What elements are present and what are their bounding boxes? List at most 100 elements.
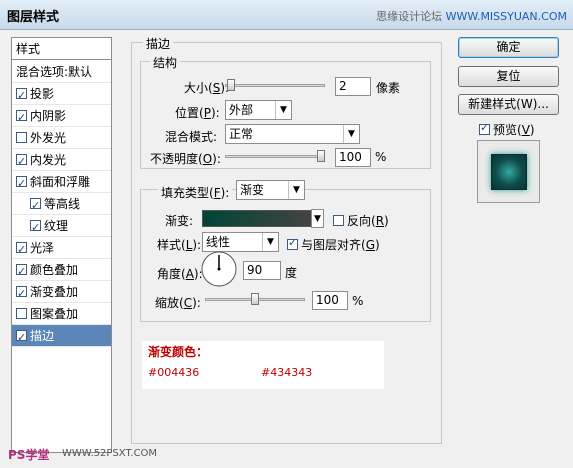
style-list-item[interactable]: 斜面和浮雕 (12, 171, 111, 195)
structure-title: 结构 (150, 54, 181, 71)
scale-label: 缩放(C): (155, 296, 201, 310)
style-list-item[interactable]: 颜色叠加 (12, 259, 111, 283)
style-list-item-label: 混合选项:默认 (16, 65, 93, 79)
style-preview (477, 140, 540, 203)
position-value: 外部 (229, 103, 254, 117)
style-checkbox[interactable] (16, 173, 27, 195)
style-list-item-label: 内发光 (30, 153, 67, 167)
angle-input[interactable]: 90 (243, 261, 281, 280)
style-checkbox[interactable] (16, 151, 27, 173)
style-checkbox[interactable] (16, 308, 27, 319)
preview-checkbox-box[interactable] (479, 121, 490, 135)
preview-checkbox[interactable]: 预览(V) (479, 121, 535, 138)
chevron-down-icon: ▼ (343, 125, 359, 143)
scale-input[interactable]: 100 (312, 291, 348, 310)
size-slider[interactable] (225, 84, 325, 87)
align-checkbox-box[interactable] (287, 236, 298, 250)
opacity-slider[interactable] (225, 155, 325, 158)
style-value: 线性 (206, 235, 231, 249)
fill-type-value: 渐变 (240, 183, 265, 197)
chevron-down-icon: ▼ (314, 214, 321, 224)
angle-label: 角度(A): (157, 267, 203, 281)
position-label: 位置(P): (175, 106, 220, 120)
new-style-button[interactable]: 新建样式(W)... (458, 94, 559, 115)
gradient-colors-note: 渐变颜色： #004436 #434343 (142, 341, 384, 389)
style-checkbox[interactable] (16, 85, 27, 107)
reverse-checkbox-box[interactable] (333, 215, 344, 226)
fill-type-select[interactable]: 渐变 ▼ (236, 180, 305, 200)
chevron-down-icon: ▼ (275, 101, 291, 119)
position-select[interactable]: 外部 ▼ (225, 100, 292, 120)
style-checkbox[interactable] (30, 195, 41, 217)
blend-mode-label: 混合模式: (165, 130, 218, 144)
style-list-item-label: 渐变叠加 (30, 285, 79, 299)
footer-logo: PS学堂 (8, 448, 50, 462)
gradient-swatch[interactable] (202, 210, 312, 227)
opacity-slider-thumb[interactable] (317, 150, 325, 162)
note-heading: 渐变颜色： (148, 345, 209, 359)
window-title: 图层样式 (7, 10, 60, 25)
style-checkbox[interactable] (30, 217, 41, 239)
style-list-item-label: 内阴影 (30, 109, 67, 123)
note-color-1: #004436 (148, 366, 200, 379)
style-list-item-label: 光泽 (30, 241, 55, 255)
chevron-down-icon: ▼ (262, 233, 278, 251)
chevron-down-icon: ▼ (288, 181, 304, 199)
title-bar: 图层样式 思缘设计论坛 WWW.MISSYUAN.COM (0, 0, 573, 30)
watermark-text: 思缘设计论坛 (376, 10, 443, 23)
blend-mode-select[interactable]: 正常 ▼ (225, 124, 360, 144)
style-list-item[interactable]: 渐变叠加 (12, 281, 111, 305)
style-checkbox[interactable] (16, 132, 27, 143)
scale-unit: % (352, 294, 364, 308)
align-with-layer-checkbox[interactable]: 与图层对齐(G) (287, 236, 380, 253)
style-select[interactable]: 线性 ▼ (202, 232, 279, 252)
style-checkbox[interactable] (16, 239, 27, 261)
style-list-item[interactable]: 等高线 (12, 193, 111, 217)
style-list-item[interactable]: 光泽 (12, 237, 111, 261)
style-list-item[interactable]: 描边 (12, 325, 111, 349)
opacity-input[interactable]: 100 (335, 148, 371, 167)
style-list-item[interactable]: 内阴影 (12, 105, 111, 129)
style-list-item-label: 描边 (30, 329, 55, 343)
ok-button[interactable]: 确定 (458, 37, 559, 58)
size-slider-thumb[interactable] (226, 79, 235, 91)
size-unit: 像素 (376, 81, 401, 95)
style-list-item[interactable]: 投影 (12, 83, 111, 107)
watermark: 思缘设计论坛 WWW.MISSYUAN.COM (376, 8, 567, 24)
style-list-item-label: 颜色叠加 (30, 263, 79, 277)
angle-unit: 度 (285, 266, 298, 280)
fill-type-label: 填充类型(F): (158, 184, 233, 201)
style-list-header[interactable]: 样式 (12, 38, 111, 60)
style-list-item-label: 斜面和浮雕 (30, 175, 91, 189)
style-list-item[interactable]: 外发光 (12, 127, 111, 149)
angle-dial[interactable] (200, 250, 238, 288)
style-list-item[interactable]: 图案叠加 (12, 303, 111, 325)
style-checkbox[interactable] (16, 327, 27, 349)
footer-url: WWW.52PSXT.COM (62, 448, 158, 459)
opacity-label: 不透明度(O): (150, 152, 221, 166)
reset-button[interactable]: 复位 (458, 66, 559, 87)
style-list-item[interactable]: 混合选项:默认 (12, 61, 111, 83)
style-checkbox[interactable] (16, 107, 27, 129)
gradient-picker-dropdown[interactable]: ▼ (311, 209, 324, 228)
style-list-item-label: 图案叠加 (30, 307, 79, 321)
scale-slider-thumb[interactable] (251, 293, 259, 305)
size-input[interactable]: 2 (335, 77, 371, 96)
style-list: 样式 混合选项:默认投影内阴影外发光内发光斜面和浮雕等高线纹理光泽颜色叠加渐变叠… (11, 37, 112, 453)
style-list-item-label: 外发光 (30, 131, 67, 145)
opacity-unit: % (375, 150, 387, 164)
style-list-item[interactable]: 纹理 (12, 215, 111, 239)
style-list-item[interactable]: 内发光 (12, 149, 111, 173)
preview-thumbnail (491, 154, 527, 190)
size-label: 大小(S): (184, 81, 230, 95)
stroke-group-title: 描边 (143, 35, 174, 52)
style-label: 样式(L): (157, 238, 202, 252)
reverse-checkbox[interactable]: 反向(R) (333, 212, 389, 229)
style-list-item-label: 纹理 (44, 219, 69, 233)
style-checkbox[interactable] (16, 261, 27, 283)
watermark-url: WWW.MISSYUAN.COM (445, 10, 567, 23)
style-checkbox[interactable] (16, 283, 27, 305)
style-list-item-label: 等高线 (44, 197, 81, 211)
style-list-item-label: 投影 (30, 87, 55, 101)
note-color-2: #434343 (261, 366, 313, 379)
